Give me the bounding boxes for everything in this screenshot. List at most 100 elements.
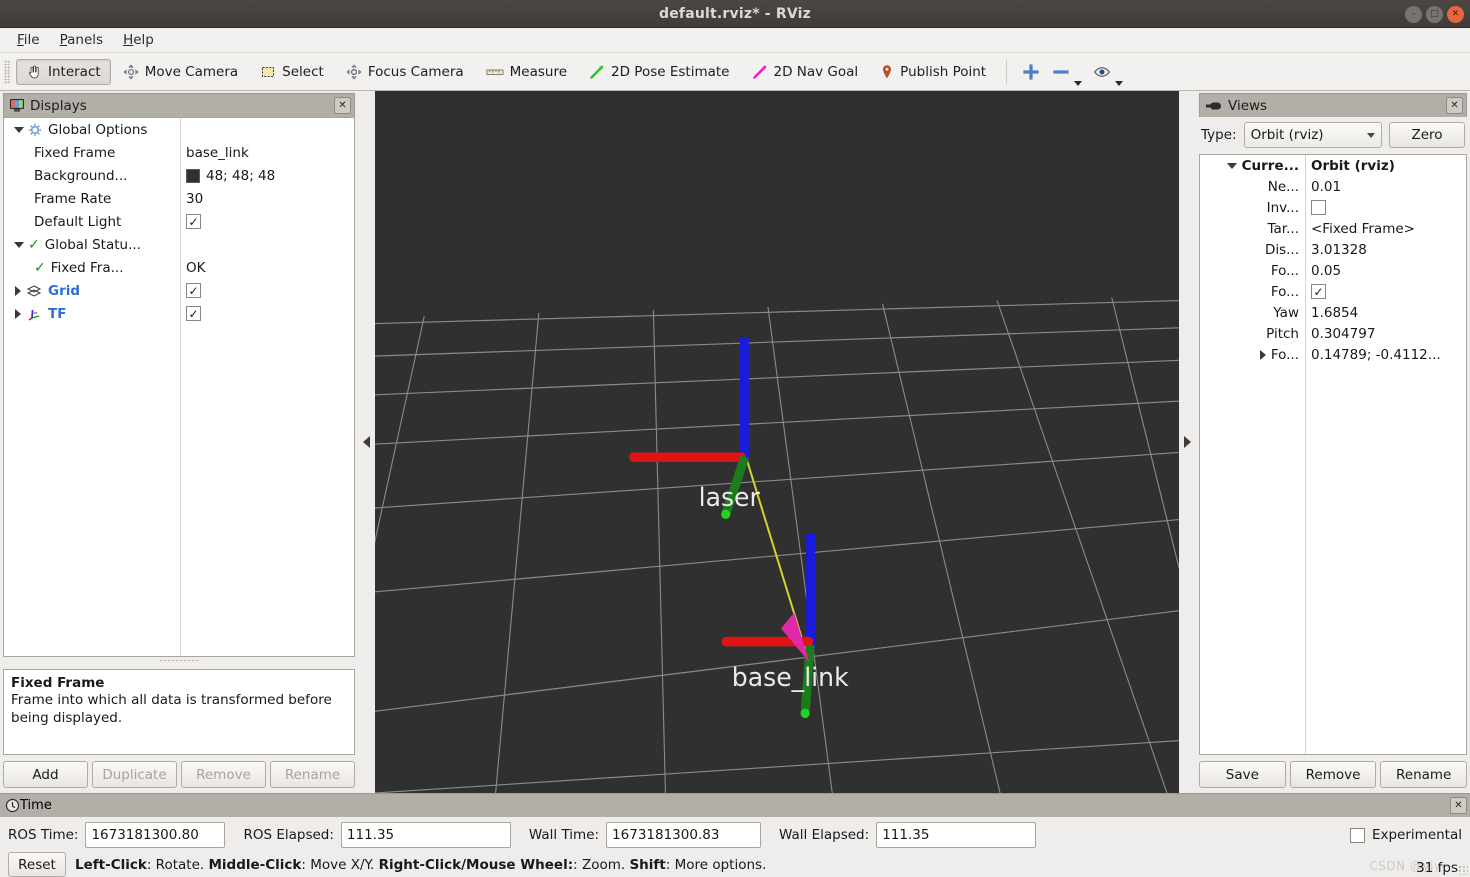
ros-elapsed-input[interactable]: 111.35 — [340, 822, 511, 848]
tool-move-camera[interactable]: Move Camera — [113, 59, 248, 85]
time-close-icon[interactable]: ✕ — [1450, 797, 1467, 814]
add-display-button[interactable]: Add — [3, 761, 88, 788]
view-value-focal-point: 0.14789; -0.4112... — [1311, 346, 1441, 363]
view-row-value-cell[interactable]: 0.304797 — [1305, 326, 1466, 342]
view-row-value-cell[interactable]: <Fixed Frame> — [1305, 221, 1466, 237]
tree-row-global-status[interactable]: ✓ Global Statu... — [4, 233, 354, 256]
tree-row-value-cell[interactable]: base_link — [180, 145, 354, 161]
view-type-select[interactable]: Orbit (rviz) — [1243, 122, 1382, 148]
resize-grip[interactable] — [1458, 865, 1468, 875]
remove-tool-chevron-down-icon[interactable] — [1074, 80, 1083, 86]
visibility-tool-button[interactable] — [1088, 57, 1127, 87]
displays-tree[interactable]: Global Options Fixed Frame base_link Bac… — [3, 117, 355, 657]
tree-row-fixed-frame-status[interactable]: ✓ Fixed Fra... OK — [4, 256, 354, 279]
displays-close-icon[interactable]: ✕ — [334, 97, 351, 114]
menu-help[interactable]: Help — [114, 29, 163, 51]
view-row-target-frame[interactable]: Tar... <Fixed Frame> — [1200, 218, 1466, 239]
tool-focus-camera[interactable]: Focus Camera — [336, 59, 474, 85]
menu-panels[interactable]: Panels — [51, 29, 112, 51]
triangle-right-icon[interactable] — [1184, 436, 1191, 448]
remove-display-button[interactable]: Remove — [181, 761, 266, 788]
wall-time-input[interactable]: 1673181300.83 — [606, 822, 762, 848]
view-row-value-cell[interactable]: 1.6854 — [1305, 305, 1466, 321]
views-column-separator[interactable] — [1305, 155, 1306, 754]
3d-viewport[interactable]: laser base_link — [375, 91, 1179, 793]
wall-elapsed-input[interactable]: 111.35 — [876, 822, 1037, 848]
menu-file[interactable]: File — [8, 29, 49, 51]
tree-label-fixed-frame: Fixed Frame — [34, 144, 116, 161]
tree-row-global-options[interactable]: Global Options — [4, 118, 354, 141]
view-row-current-view[interactable]: Curre... Orbit (rviz) — [1200, 155, 1466, 176]
tf-enabled-checkbox[interactable]: ✓ — [186, 306, 201, 321]
tool-2d-pose-estimate[interactable]: 2D Pose Estimate — [579, 59, 739, 85]
view-row-focal-point[interactable]: Fo... 0.14789; -0.4112... — [1200, 344, 1466, 365]
fixed-frame-value: base_link — [186, 144, 249, 161]
remove-tool-button[interactable] — [1047, 57, 1086, 87]
view-row-near-clip[interactable]: Ne... 0.01 — [1200, 176, 1466, 197]
chevron-right-icon[interactable] — [1259, 349, 1266, 360]
tool-interact[interactable]: Interact — [16, 58, 111, 85]
grid-enabled-checkbox[interactable]: ✓ — [186, 283, 201, 298]
displays-column-separator[interactable] — [180, 118, 181, 656]
description-text: Frame into which all data is transformed… — [11, 692, 332, 726]
triangle-left-icon[interactable] — [363, 436, 370, 448]
base-link-z-axis — [806, 533, 816, 651]
tree-row-default-light[interactable]: Default Light ✓ — [4, 210, 354, 233]
default-light-checkbox[interactable]: ✓ — [186, 214, 201, 229]
view-type-row: Type: Orbit (rviz) Zero — [1199, 117, 1467, 154]
tree-row-frame-rate[interactable]: Frame Rate 30 — [4, 187, 354, 210]
invert-z-checkbox[interactable] — [1311, 200, 1326, 215]
tool-select[interactable]: Select — [250, 59, 334, 85]
reset-button[interactable]: Reset — [8, 852, 66, 877]
chevron-right-icon[interactable] — [15, 308, 21, 319]
view-row-distance[interactable]: Dis... 3.01328 — [1200, 239, 1466, 260]
save-view-button[interactable]: Save — [1199, 761, 1286, 788]
view-row-focal-shape-size[interactable]: Fo... 0.05 — [1200, 260, 1466, 281]
tree-row-tf[interactable]: TF ✓ — [4, 302, 354, 325]
rename-display-button[interactable]: Rename — [270, 761, 355, 788]
tree-row-value-cell[interactable]: 48; 48; 48 — [180, 168, 354, 184]
tool-publish-point[interactable]: Publish Point — [870, 59, 996, 85]
chevron-down-icon[interactable] — [14, 241, 24, 248]
view-row-yaw[interactable]: Yaw 1.6854 — [1200, 302, 1466, 323]
displays-description: Fixed Frame Frame into which all data is… — [3, 669, 355, 755]
view-row-value-cell[interactable]: 0.01 — [1305, 179, 1466, 195]
tree-row-grid[interactable]: Grid ✓ — [4, 279, 354, 302]
chevron-down-icon[interactable] — [14, 126, 24, 133]
rename-view-button[interactable]: Rename — [1380, 761, 1468, 788]
view-row-invert-z[interactable]: Inv... — [1200, 197, 1466, 218]
minimize-button[interactable]: – — [1405, 5, 1422, 23]
view-row-value-cell[interactable]: 3.01328 — [1305, 242, 1466, 258]
tree-row-background-color[interactable]: Background... 48; 48; 48 — [4, 164, 354, 187]
displays-splitter[interactable] — [3, 657, 355, 663]
view-row-pitch[interactable]: Pitch 0.304797 — [1200, 323, 1466, 344]
fps-counter: 31 fps — [1416, 860, 1458, 876]
remove-view-button[interactable]: Remove — [1289, 761, 1377, 788]
add-tool-button[interactable] — [1017, 57, 1045, 87]
toolbar-grip[interactable] — [4, 59, 11, 84]
experimental-checkbox[interactable] — [1349, 827, 1365, 843]
experimental-toggle[interactable]: Experimental — [1349, 827, 1462, 843]
close-button[interactable]: ✕ — [1447, 5, 1464, 23]
chevron-right-icon[interactable] — [15, 285, 21, 296]
views-close-icon[interactable]: ✕ — [1446, 97, 1463, 114]
ros-time-input[interactable]: 1673181300.80 — [85, 822, 226, 848]
views-tree[interactable]: Curre... Orbit (rviz) Ne... 0.01 Inv... … — [1199, 154, 1467, 755]
focal-shape-fixed-checkbox[interactable]: ✓ — [1311, 284, 1326, 299]
left-splitter-handle[interactable] — [358, 91, 375, 793]
view-row-value-cell[interactable]: 0.14789; -0.4112... — [1305, 347, 1466, 363]
view-row-focal-shape-fixed[interactable]: Fo... ✓ — [1200, 281, 1466, 302]
tree-row-fixed-frame[interactable]: Fixed Frame base_link — [4, 141, 354, 164]
visibility-tool-chevron-down-icon[interactable] — [1115, 80, 1124, 86]
right-splitter-handle[interactable] — [1179, 91, 1196, 793]
maximize-button[interactable]: □ — [1426, 5, 1443, 23]
tree-row-value-cell[interactable]: 30 — [180, 191, 354, 207]
tool-measure[interactable]: Measure — [476, 59, 577, 85]
duplicate-display-button[interactable]: Duplicate — [92, 761, 177, 788]
tree-label-grid: Grid — [48, 282, 81, 299]
zero-button[interactable]: Zero — [1389, 122, 1465, 148]
view-row-value-cell[interactable]: 0.05 — [1305, 263, 1466, 279]
tool-2d-nav-goal[interactable]: 2D Nav Goal — [742, 59, 869, 85]
chevron-down-icon[interactable] — [1226, 162, 1237, 169]
color-swatch[interactable] — [186, 168, 200, 183]
